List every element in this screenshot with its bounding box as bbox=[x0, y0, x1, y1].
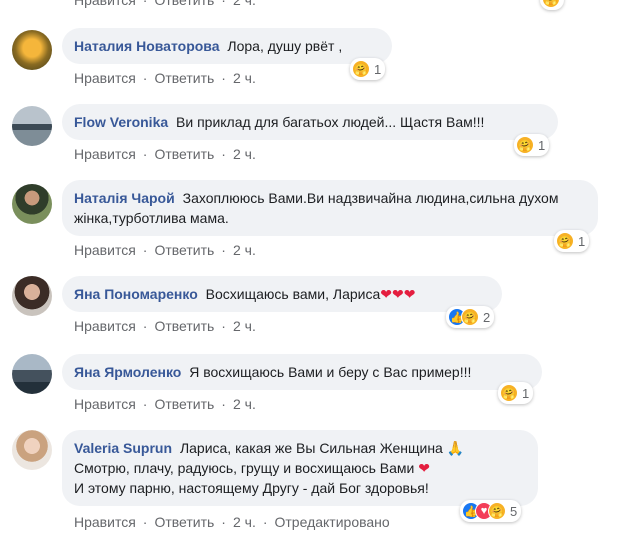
like-link[interactable]: Нравится bbox=[74, 0, 136, 8]
care-emoji-icon: 🤗 bbox=[516, 136, 534, 154]
reply-link[interactable]: Ответить bbox=[154, 0, 214, 8]
like-link[interactable]: Нравится bbox=[74, 514, 136, 530]
reaction-count: 2 bbox=[483, 309, 491, 325]
author-name[interactable]: Наталія Чарой bbox=[74, 190, 175, 206]
comment-actions: Нравится · Ответить · 2 ч. bbox=[74, 0, 256, 8]
care-emoji-icon: 🤗 bbox=[542, 0, 560, 8]
comment-bubble: Яна Пономаренко Восхищаюсь вами, Лариса❤… bbox=[62, 276, 502, 312]
care-emoji-icon: 🤗 bbox=[500, 384, 518, 402]
comment-bubble: Valeria Suprun Лариса, какая же Вы Сильн… bbox=[62, 430, 538, 506]
comment-actions: Нравится · Ответить · 2 ч. bbox=[74, 242, 256, 258]
care-emoji-icon: 🤗 bbox=[488, 502, 506, 520]
comment-actions: Нравится · Ответить · 2 ч. bbox=[74, 146, 256, 162]
comment-text: Смотрю, плачу, радуюсь, грущу и восхищаю… bbox=[74, 460, 415, 476]
comment-actions: Нравится · Ответить · 2 ч. bbox=[74, 70, 256, 86]
avatar[interactable] bbox=[12, 354, 52, 394]
separator: · bbox=[142, 514, 148, 530]
reaction-summary[interactable]: 🤗 1 bbox=[554, 230, 590, 252]
reaction-count: 1 bbox=[538, 137, 546, 153]
separator: · bbox=[221, 242, 226, 258]
like-link[interactable]: Нравится bbox=[74, 70, 136, 86]
comment-bubble: Наталія Чарой Захоплююсь Вами.Ви надзвич… bbox=[62, 180, 598, 236]
comment-text: Восхищаюсь вами, Лариса bbox=[205, 286, 381, 302]
reply-link[interactable]: Ответить bbox=[154, 318, 214, 334]
timestamp[interactable]: 2 ч. bbox=[233, 146, 256, 162]
comment-bubble: Flow Veronika Ви приклад для багатьох лю… bbox=[62, 104, 558, 140]
reaction-count: 1 bbox=[374, 61, 382, 77]
separator: · bbox=[142, 70, 148, 86]
comment-text: Лариса, какая же Вы Сильная Женщина bbox=[179, 440, 443, 456]
timestamp[interactable]: 2 ч. bbox=[233, 70, 256, 86]
author-name[interactable]: Наталия Новаторова bbox=[74, 38, 220, 54]
care-emoji-icon: 🤗 bbox=[352, 60, 370, 78]
separator: · bbox=[221, 0, 226, 8]
reaction-summary[interactable]: 🤗 1 bbox=[498, 382, 534, 404]
edited-label[interactable]: Отредактировано bbox=[275, 514, 390, 530]
reply-link[interactable]: Ответить bbox=[154, 514, 214, 530]
reaction-summary[interactable]: 🤗 1 bbox=[514, 134, 550, 156]
comment-text: Ви приклад для багатьох людей... Щастя В… bbox=[176, 114, 485, 130]
reaction-summary[interactable]: 🤗 1 bbox=[350, 58, 386, 80]
reaction-summary[interactable]: 🤗 bbox=[540, 0, 564, 10]
author-name[interactable]: Яна Пономаренко bbox=[74, 286, 198, 302]
comment-actions: Нравится · Ответить · 2 ч. bbox=[74, 318, 256, 334]
timestamp[interactable]: 2 ч. bbox=[233, 396, 256, 412]
separator: · bbox=[142, 146, 148, 162]
separator: · bbox=[221, 318, 226, 334]
comment-text: И этому парню, настоящему Другу - дай Бо… bbox=[74, 480, 429, 496]
avatar[interactable] bbox=[12, 430, 52, 470]
separator: · bbox=[221, 514, 226, 530]
author-name[interactable]: Valeria Suprun bbox=[74, 440, 172, 456]
avatar[interactable] bbox=[12, 30, 52, 70]
like-link[interactable]: Нравится bbox=[74, 146, 136, 162]
separator: · bbox=[262, 514, 268, 530]
separator: · bbox=[142, 396, 148, 412]
separator: · bbox=[142, 0, 148, 8]
reply-link[interactable]: Ответить bbox=[154, 70, 214, 86]
comment-bubble: Наталия Новаторова Лора, душу рвёт , bbox=[62, 28, 392, 64]
avatar[interactable] bbox=[12, 106, 52, 146]
reaction-count: 1 bbox=[578, 233, 586, 249]
care-emoji-icon: 🤗 bbox=[556, 232, 574, 250]
care-emoji-icon: 🤗 bbox=[461, 308, 479, 326]
author-name[interactable]: Яна Ярмоленко bbox=[74, 364, 181, 380]
comment-actions: Нравится · Ответить · 2 ч. bbox=[74, 396, 256, 412]
reaction-count: 1 bbox=[522, 385, 530, 401]
reply-link[interactable]: Ответить bbox=[154, 396, 214, 412]
comment-actions: Нравится · Ответить · 2 ч. · Отредактиро… bbox=[74, 514, 390, 530]
separator: · bbox=[221, 70, 226, 86]
separator: · bbox=[221, 396, 226, 412]
reaction-summary[interactable]: 👍 ♥ 🤗 5 bbox=[460, 500, 522, 522]
separator: · bbox=[221, 146, 226, 162]
separator: · bbox=[142, 318, 148, 334]
reaction-count: 5 bbox=[510, 503, 518, 519]
author-name[interactable]: Flow Veronika bbox=[74, 114, 168, 130]
timestamp[interactable]: 2 ч. bbox=[233, 318, 256, 334]
reaction-summary[interactable]: 👍 🤗 2 bbox=[446, 306, 495, 328]
timestamp[interactable]: 2 ч. bbox=[233, 0, 256, 8]
avatar[interactable] bbox=[12, 276, 52, 316]
heart-emoji: ❤❤❤ bbox=[380, 286, 416, 302]
reply-link[interactable]: Ответить bbox=[154, 146, 214, 162]
pray-emoji: 🙏 bbox=[446, 440, 465, 456]
timestamp[interactable]: 2 ч. bbox=[233, 242, 256, 258]
comment-bubble: Яна Ярмоленко Я восхищаюсь Вами и беру с… bbox=[62, 354, 542, 390]
like-link[interactable]: Нравится bbox=[74, 318, 136, 334]
heart-emoji: ❤ bbox=[418, 460, 430, 476]
like-link[interactable]: Нравится bbox=[74, 396, 136, 412]
comment-text: Я восхищаюсь Вами и беру с Вас пример!!! bbox=[189, 364, 472, 380]
reply-link[interactable]: Ответить bbox=[154, 242, 214, 258]
like-link[interactable]: Нравится bbox=[74, 242, 136, 258]
separator: · bbox=[142, 242, 148, 258]
avatar[interactable] bbox=[12, 184, 52, 224]
timestamp[interactable]: 2 ч. bbox=[233, 514, 256, 530]
comment-text: Лора, душу рвёт , bbox=[227, 38, 343, 54]
